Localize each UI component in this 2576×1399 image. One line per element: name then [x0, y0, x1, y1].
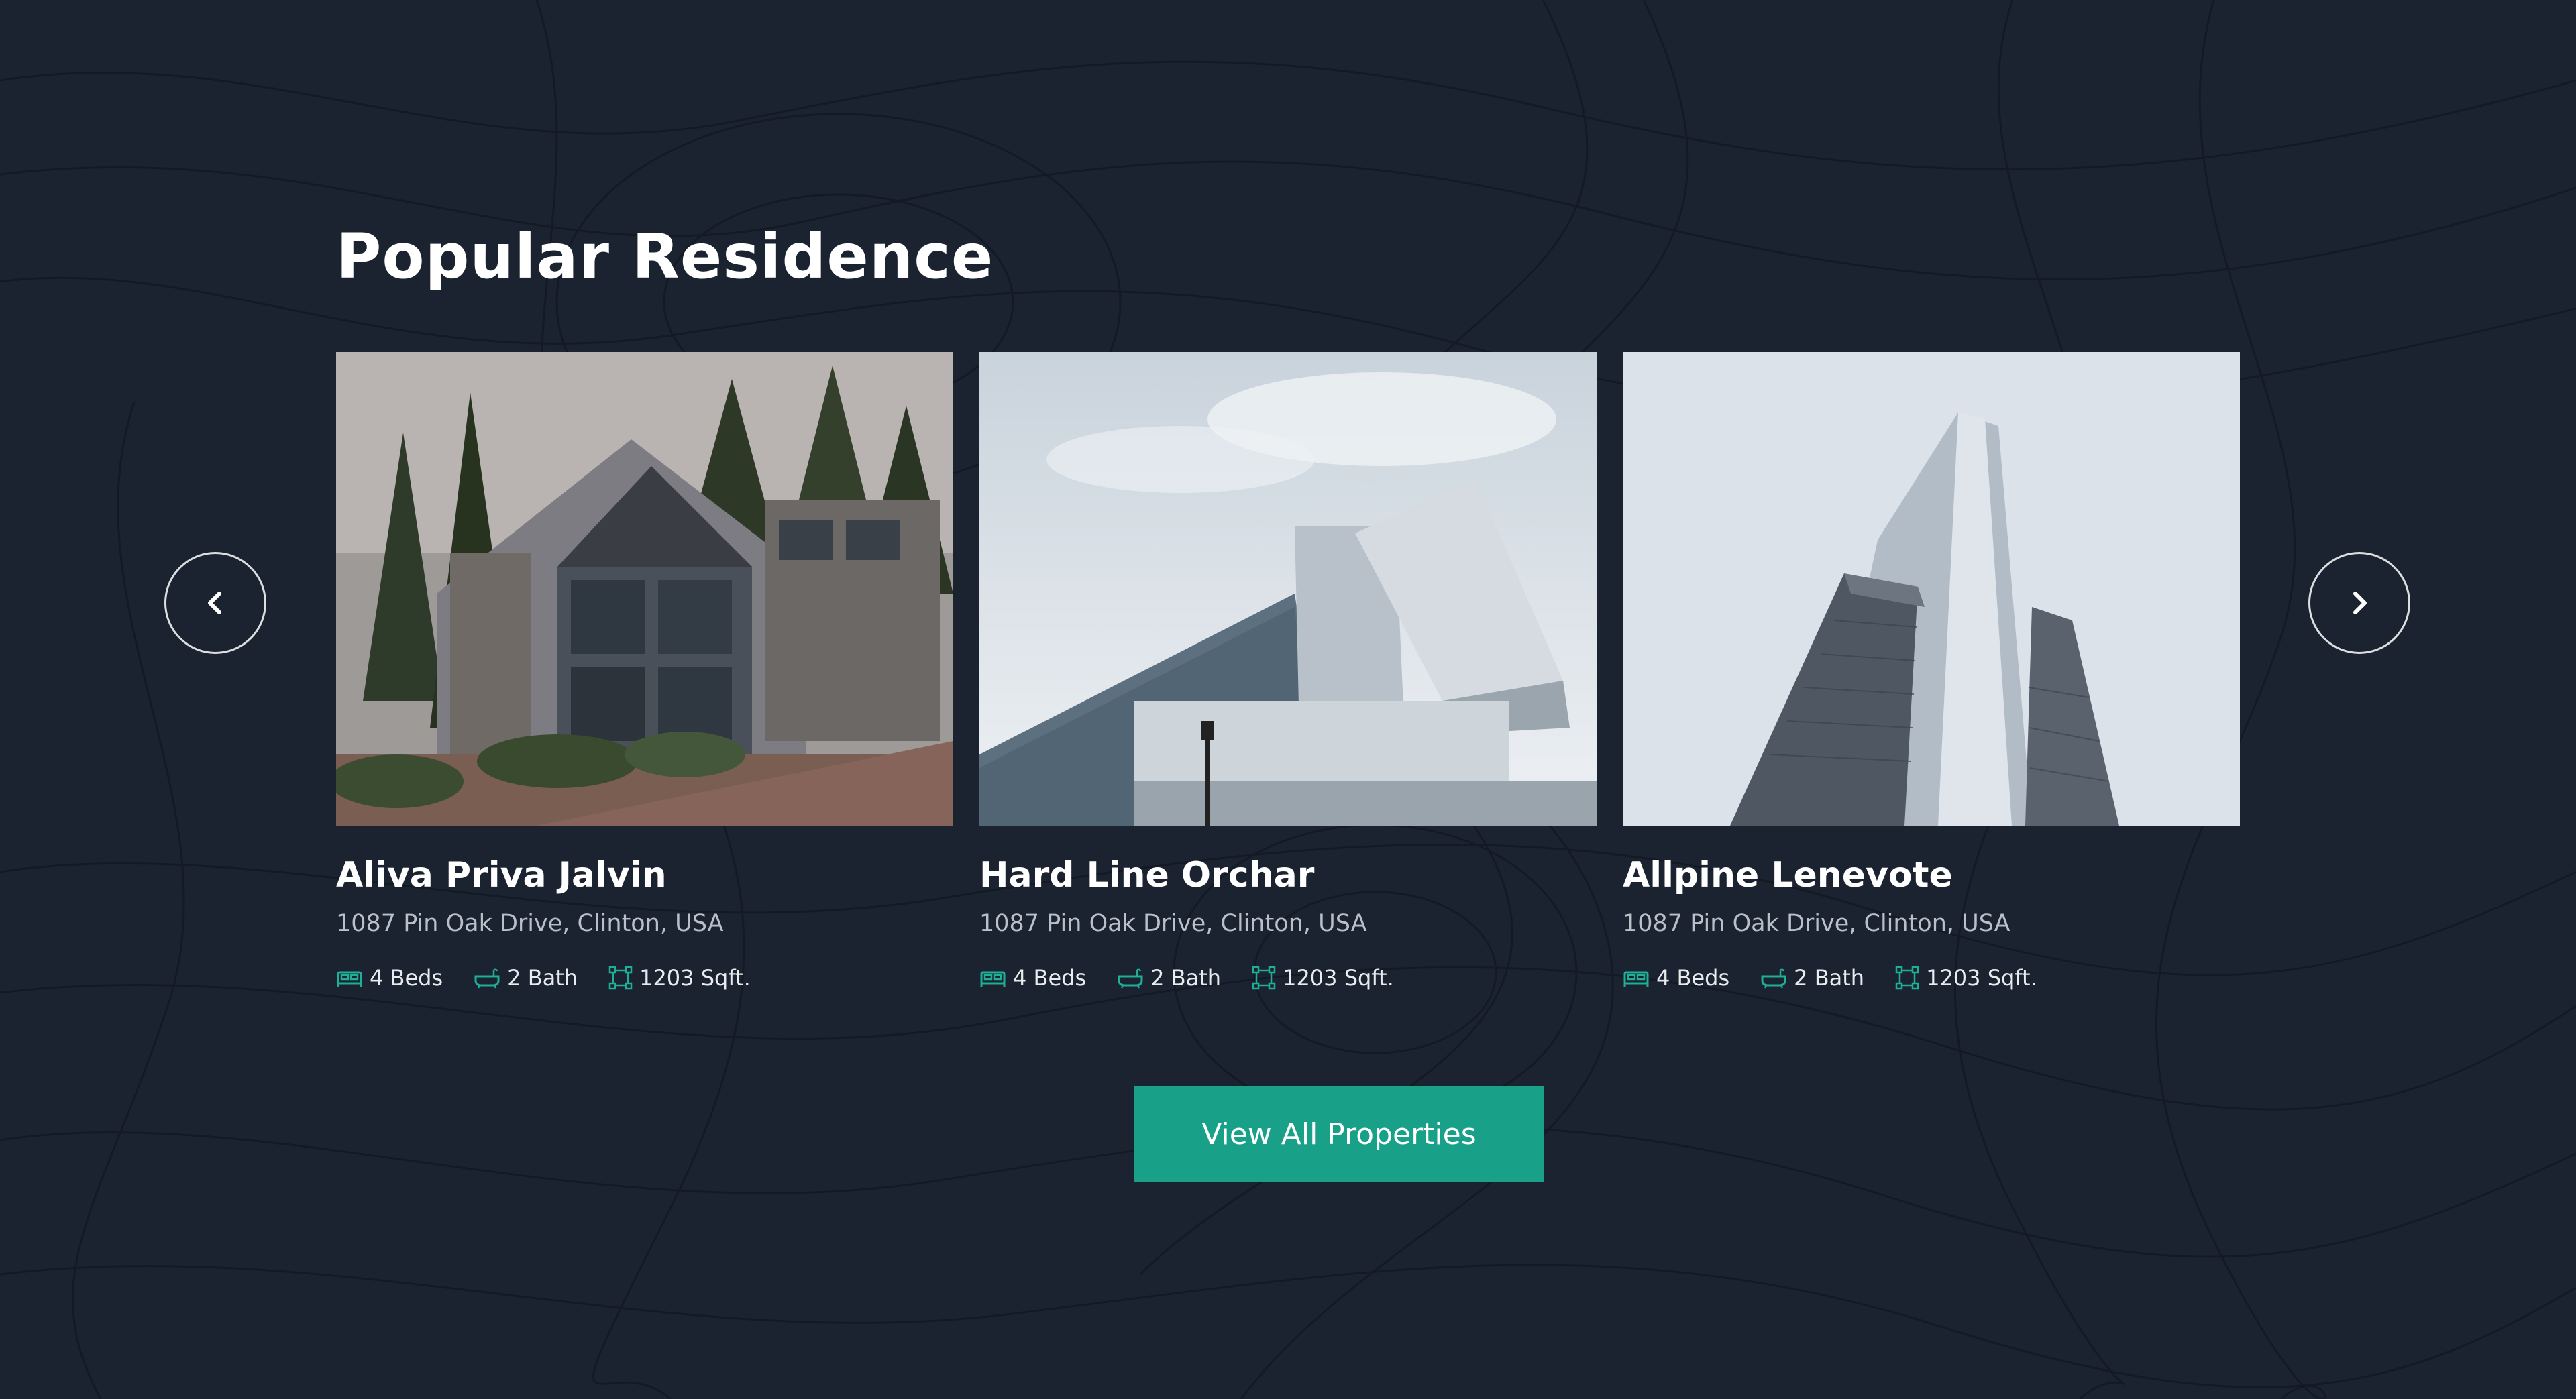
view-all-properties-button[interactable]: View All Properties — [1134, 1086, 1544, 1182]
carousel-prev-button[interactable] — [164, 552, 266, 654]
property-features: 4 Beds 2 Bath 1203 Sqft. — [336, 965, 782, 991]
area-feature: 1203 Sqft. — [1895, 965, 2037, 991]
property-name[interactable]: Aliva Priva Jalvin — [336, 854, 667, 897]
property-address: 1087 Pin Oak Drive, Clinton, USA — [979, 910, 1367, 937]
bed-icon — [337, 971, 362, 987]
beds-feature: 4 Beds — [336, 965, 443, 991]
area-feature: 1203 Sqft. — [1252, 965, 1394, 991]
area-icon — [608, 966, 633, 990]
skyscraper-photo[interactable] — [1623, 352, 2240, 826]
chevron-right-icon — [2353, 592, 2367, 614]
area-label: 1203 Sqft. — [639, 965, 751, 991]
modern-building-photo[interactable] — [979, 352, 1597, 826]
beds-label: 4 Beds — [1013, 965, 1087, 991]
beds-label: 4 Beds — [1656, 965, 1730, 991]
property-card[interactable]: Allpine Lenevote 1087 Pin Oak Drive, Cli… — [1623, 352, 2240, 991]
bath-feature: 2 Bath — [474, 965, 578, 991]
bath-label: 2 Bath — [507, 965, 578, 991]
bed-icon — [980, 971, 1006, 987]
chevron-left-icon — [208, 592, 221, 614]
bathtub-icon — [1118, 968, 1143, 989]
bath-feature: 2 Bath — [1117, 965, 1221, 991]
bathtub-icon — [474, 968, 500, 989]
beds-label: 4 Beds — [370, 965, 443, 991]
area-icon — [1895, 966, 1919, 990]
property-features: 4 Beds 2 Bath 1203 Sqft. — [1623, 965, 2068, 991]
carousel-next-button[interactable] — [2308, 552, 2410, 654]
area-feature: 1203 Sqft. — [608, 965, 751, 991]
beds-feature: 4 Beds — [1623, 965, 1729, 991]
bathtub-icon — [1761, 968, 1786, 989]
area-icon — [1252, 966, 1276, 990]
bath-feature: 2 Bath — [1760, 965, 1864, 991]
area-label: 1203 Sqft. — [1926, 965, 2037, 991]
property-name[interactable]: Allpine Lenevote — [1623, 854, 1953, 897]
bath-label: 2 Bath — [1794, 965, 1865, 991]
bed-icon — [1623, 971, 1649, 987]
property-address: 1087 Pin Oak Drive, Clinton, USA — [336, 910, 724, 937]
property-card[interactable]: Hard Line Orchar 1087 Pin Oak Drive, Cli… — [979, 352, 1597, 991]
bath-label: 2 Bath — [1150, 965, 1222, 991]
property-name[interactable]: Hard Line Orchar — [979, 854, 1314, 897]
beds-feature: 4 Beds — [979, 965, 1086, 991]
section-title: Popular Residence — [336, 221, 994, 292]
area-label: 1203 Sqft. — [1283, 965, 1394, 991]
property-address: 1087 Pin Oak Drive, Clinton, USA — [1623, 910, 2010, 937]
property-features: 4 Beds 2 Bath 1203 Sqft. — [979, 965, 1425, 991]
house-photo[interactable] — [336, 352, 953, 826]
property-card[interactable]: Aliva Priva Jalvin 1087 Pin Oak Drive, C… — [336, 352, 953, 991]
